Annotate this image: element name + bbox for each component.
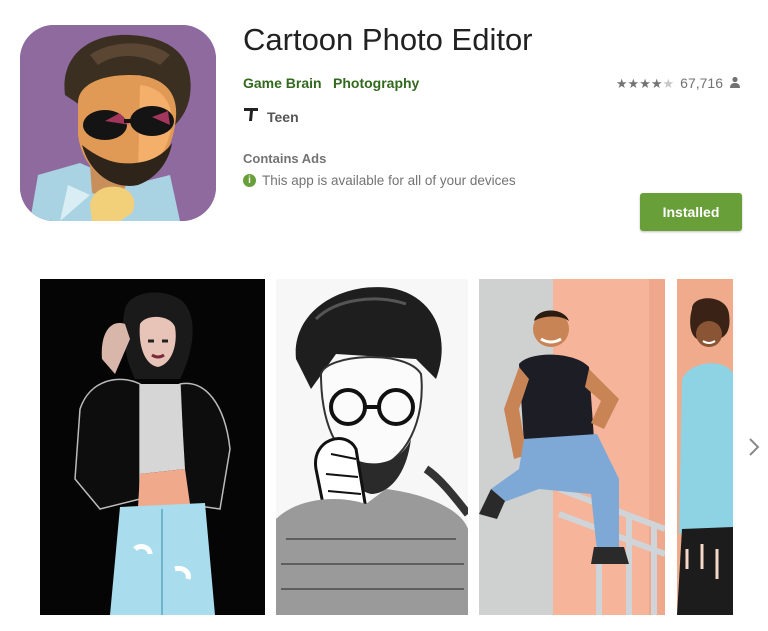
star-icon: ★ [639, 75, 651, 91]
app-icon [20, 25, 216, 221]
app-title: Cartoon Photo Editor [243, 22, 533, 57]
contains-ads-label: Contains Ads [243, 151, 327, 166]
availability-notice: i This app is available for all of your … [243, 173, 516, 188]
developer-link[interactable]: Game Brain [243, 75, 322, 91]
screenshot-woman-curly-hair[interactable] [677, 279, 733, 615]
rating-count: 67,716 [680, 75, 723, 91]
star-icon: ★ [627, 75, 640, 91]
star-icon: ★ [615, 75, 628, 91]
star-icon: ★ [650, 75, 663, 91]
rating-summary: ★ ★ ★ ★ ★ 67,716 [616, 75, 741, 91]
teen-rating-icon [243, 106, 259, 127]
screenshot-man-sketch[interactable] [276, 279, 468, 615]
availability-text: This app is available for all of your de… [262, 173, 516, 188]
info-icon: i [243, 174, 256, 187]
person-icon [729, 75, 741, 91]
installed-button[interactable]: Installed [640, 193, 742, 231]
category-link[interactable]: Photography [333, 75, 419, 91]
content-rating-label: Teen [267, 108, 299, 125]
star-empty-icon: ★ [662, 75, 675, 91]
chevron-right-icon[interactable] [744, 433, 764, 461]
content-rating: Teen [243, 106, 299, 127]
star-rating: ★ ★ ★ ★ ★ [616, 77, 674, 90]
screenshot-woman-leather-jacket[interactable] [40, 279, 265, 615]
screenshot-man-sitting-railing[interactable] [479, 279, 665, 615]
